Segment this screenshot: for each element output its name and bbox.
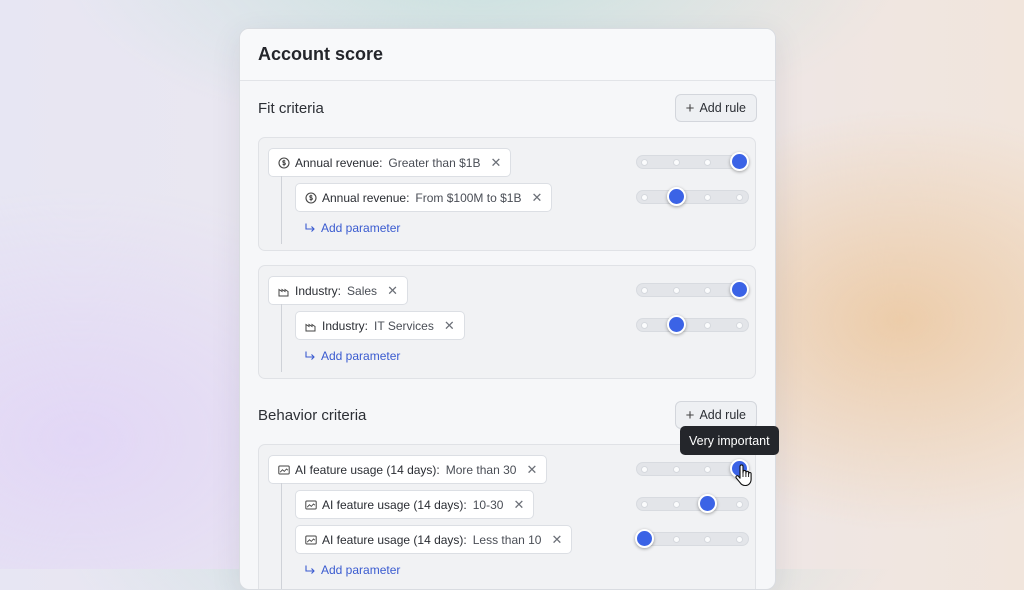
importance-slider[interactable] xyxy=(636,280,749,299)
slider-step-dot[interactable] xyxy=(673,287,680,294)
remove-icon[interactable]: ✕ xyxy=(551,532,562,548)
card-header: Account score xyxy=(240,29,775,81)
importance-tooltip: Very important xyxy=(680,426,779,455)
chip-key: Annual revenue: xyxy=(295,155,383,170)
tree-connector xyxy=(281,304,282,372)
chip-key: Annual revenue: xyxy=(322,190,410,205)
rule-chip-annual-revenue[interactable]: Annual revenue: Greater than $1B ✕ xyxy=(268,148,512,177)
rule-group-industry: Industry: Sales ✕ Industry: IT Services … xyxy=(258,265,756,379)
slider-step-dot[interactable] xyxy=(736,536,743,543)
slider-knob[interactable] xyxy=(730,152,749,171)
importance-slider[interactable] xyxy=(636,152,749,171)
importance-slider[interactable] xyxy=(636,187,749,206)
slider-knob[interactable] xyxy=(635,529,654,548)
slider-step-dot[interactable] xyxy=(641,287,648,294)
chip-key: Industry: xyxy=(295,283,342,298)
slider-step-dot[interactable] xyxy=(704,536,711,543)
slider-step-dot[interactable] xyxy=(704,159,711,166)
dollar-circle-icon xyxy=(278,156,290,169)
add-parameter-link[interactable]: Add parameter xyxy=(304,221,400,235)
slider-step-dot[interactable] xyxy=(641,322,648,329)
chip-value: Less than 10 xyxy=(472,532,542,547)
plus-icon: + xyxy=(685,99,695,117)
chart-image-icon xyxy=(278,465,290,474)
slider-step-dot[interactable] xyxy=(673,466,680,473)
hand-pointer-icon xyxy=(735,464,752,487)
behavior-criteria-title: Behavior criteria xyxy=(258,406,367,424)
card-title: Account score xyxy=(258,44,384,64)
add-parameter-link[interactable]: Add parameter xyxy=(304,349,400,363)
tree-connector xyxy=(281,483,282,589)
slider-knob[interactable] xyxy=(667,315,686,334)
dollar-circle-icon xyxy=(305,191,317,204)
rule-chip-ai-feature-usage-child-1[interactable]: AI feature usage (14 days): 10-30 ✕ xyxy=(295,490,535,519)
rule-group-ai-feature-usage: AI feature usage (14 days): More than 30… xyxy=(258,444,756,589)
chart-image-icon xyxy=(305,500,317,509)
rule-chip-industry[interactable]: Industry: Sales ✕ xyxy=(268,276,408,305)
rule-chip-annual-revenue-child[interactable]: Annual revenue: From $100M to $1B ✕ xyxy=(295,183,553,212)
slider-step-dot[interactable] xyxy=(673,159,680,166)
slider-step-dot[interactable] xyxy=(736,501,743,508)
chip-value: 10-30 xyxy=(472,497,504,512)
plus-icon: + xyxy=(685,406,695,424)
return-arrow-icon xyxy=(305,351,315,360)
importance-slider[interactable] xyxy=(636,315,749,334)
slider-step-dot[interactable] xyxy=(736,322,743,329)
importance-slider[interactable] xyxy=(636,494,749,513)
remove-icon[interactable]: ✕ xyxy=(513,497,524,513)
chart-image-icon xyxy=(305,535,317,544)
slider-knob[interactable] xyxy=(667,187,686,206)
rule-chip-ai-feature-usage[interactable]: AI feature usage (14 days): More than 30… xyxy=(268,455,548,484)
slider-step-dot[interactable] xyxy=(641,501,648,508)
add-parameter-label: Add parameter xyxy=(321,563,401,577)
account-score-card: Account score Fit criteria + Add rule An… xyxy=(239,28,776,590)
add-rule-label: Add rule xyxy=(699,408,746,422)
importance-slider[interactable] xyxy=(635,529,749,548)
behavior-add-rule-button[interactable]: + Add rule xyxy=(674,401,757,429)
slider-step-dot[interactable] xyxy=(704,322,711,329)
remove-icon[interactable]: ✕ xyxy=(490,155,501,171)
industry-icon xyxy=(278,288,289,296)
chip-key: AI feature usage (14 days): xyxy=(322,532,467,547)
tree-connector xyxy=(281,176,282,244)
add-parameter-label: Add parameter xyxy=(321,221,401,235)
rule-chip-ai-feature-usage-child-2[interactable]: AI feature usage (14 days): Less than 10… xyxy=(295,525,573,554)
add-rule-label: Add rule xyxy=(699,101,746,115)
add-parameter-link[interactable]: Add parameter xyxy=(304,563,400,577)
return-arrow-icon xyxy=(305,565,315,574)
importance-slider[interactable] xyxy=(636,459,749,478)
slider-step-dot[interactable] xyxy=(704,466,711,473)
chip-value: IT Services xyxy=(374,318,434,333)
chip-key: AI feature usage (14 days): xyxy=(322,497,467,512)
slider-step-dot[interactable] xyxy=(704,287,711,294)
slider-step-dot[interactable] xyxy=(641,159,648,166)
slider-step-dot[interactable] xyxy=(704,194,711,201)
remove-icon[interactable]: ✕ xyxy=(531,190,542,206)
chip-value: From $100M to $1B xyxy=(415,190,522,205)
slider-knob[interactable] xyxy=(698,494,717,513)
chip-key: AI feature usage (14 days): xyxy=(295,462,440,477)
slider-step-dot[interactable] xyxy=(641,466,648,473)
fit-criteria-header: Fit criteria + Add rule xyxy=(258,93,757,123)
chip-value: Sales xyxy=(347,283,378,298)
industry-icon xyxy=(305,323,316,331)
return-arrow-icon xyxy=(305,223,315,232)
slider-step-dot[interactable] xyxy=(736,194,743,201)
chip-key: Industry: xyxy=(322,318,369,333)
slider-knob[interactable] xyxy=(730,280,749,299)
remove-icon[interactable]: ✕ xyxy=(526,462,537,478)
chip-value: More than 30 xyxy=(445,462,517,477)
fit-criteria-title: Fit criteria xyxy=(258,99,324,117)
add-parameter-label: Add parameter xyxy=(321,349,401,363)
slider-step-dot[interactable] xyxy=(641,194,648,201)
remove-icon[interactable]: ✕ xyxy=(444,318,455,334)
fit-add-rule-button[interactable]: + Add rule xyxy=(674,94,757,122)
rule-chip-industry-child[interactable]: Industry: IT Services ✕ xyxy=(295,311,465,340)
rule-group-annual-revenue: Annual revenue: Greater than $1B ✕ Annua… xyxy=(258,137,756,251)
chip-value: Greater than $1B xyxy=(388,155,481,170)
slider-step-dot[interactable] xyxy=(673,501,680,508)
slider-step-dot[interactable] xyxy=(673,536,680,543)
remove-icon[interactable]: ✕ xyxy=(387,283,398,299)
